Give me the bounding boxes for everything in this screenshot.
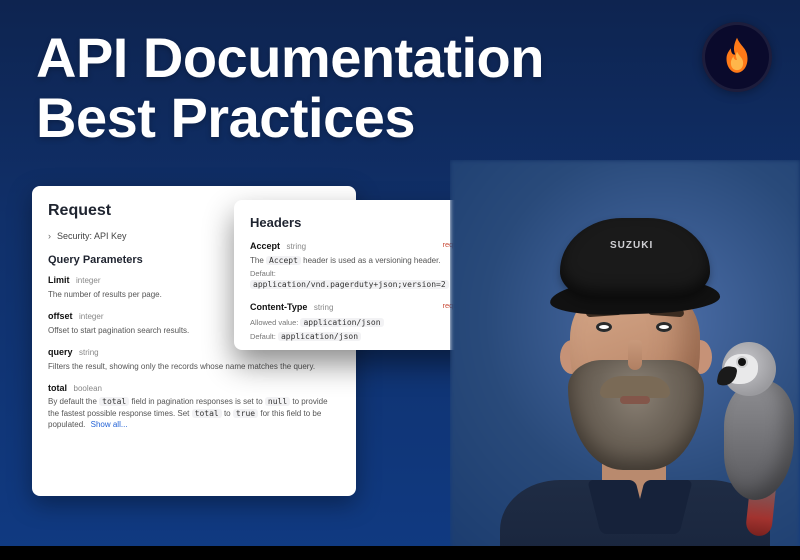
thumbnail-stage: API Documentation Best Practices Request… [0,0,800,560]
parrot-eye [738,358,746,366]
t: The [250,256,266,265]
code: application/vnd.pagerduty+json;version=2 [250,280,449,289]
nose [628,340,642,370]
lip [620,396,650,404]
label: Default: [250,269,276,278]
title-line-1: API Documentation [36,28,544,88]
param-type: boolean [74,384,102,393]
param-type: string [79,348,99,357]
param-total: total boolean By default the total field… [48,382,340,430]
param-name: Limit [48,274,70,287]
header-type: string [287,242,307,251]
header-accept: Accept string required The Accept header… [250,240,470,291]
cap [560,218,710,298]
param-type: integer [76,276,100,285]
param-name: offset [48,310,73,323]
header-name: Content-Type [250,301,307,314]
header-desc: The Accept header is used as a versionin… [250,255,470,266]
show-all-link[interactable]: Show all... [91,420,128,429]
headers-heading: Headers [250,214,470,232]
moustache [600,376,670,398]
header-default: Default: application/json [250,331,470,343]
t: field in pagination responses is set to [129,397,265,406]
label: Allowed value: [250,318,298,327]
flame-icon [719,36,755,78]
presenter: SUZUKI [490,200,760,560]
param-name: total [48,382,67,395]
param-type: integer [79,312,103,321]
code: total [192,409,222,418]
security-label: Security: API Key [57,230,127,243]
eye [596,322,612,332]
code: application/json [300,318,383,327]
cap-logo-text: SUZUKI [610,240,653,251]
t: header is used as a versioning header. [301,256,441,265]
param-name: query [48,346,73,359]
chevron-right-icon: › [48,230,51,243]
header-default: Default: application/vnd.pagerduty+json;… [250,269,470,291]
code: null [265,397,290,406]
header-name: Accept [250,240,280,253]
header-content-type: Content-Type string required Allowed val… [250,301,470,343]
brand-badge [702,22,772,92]
eye [656,322,672,332]
code: true [233,409,258,418]
code: application/json [278,332,361,341]
t: to [222,409,233,418]
video-title: API Documentation Best Practices [36,28,544,149]
header-type: string [314,303,334,312]
header-allowed: Allowed value: application/json [250,317,470,329]
title-line-2: Best Practices [36,88,544,148]
param-desc: Filters the result, showing only the rec… [48,361,328,372]
t: By default the [48,397,99,406]
code: Accept [266,256,301,265]
code: total [99,397,129,406]
letterbox-bottom [0,546,800,560]
doc-card-headers: Headers Accept string required The Accep… [234,200,486,350]
presenter-photo: SUZUKI [450,160,800,560]
parrot [718,336,800,526]
label: Default: [250,332,276,341]
parrot-body [724,380,794,500]
param-desc: By default the total field in pagination… [48,396,328,430]
